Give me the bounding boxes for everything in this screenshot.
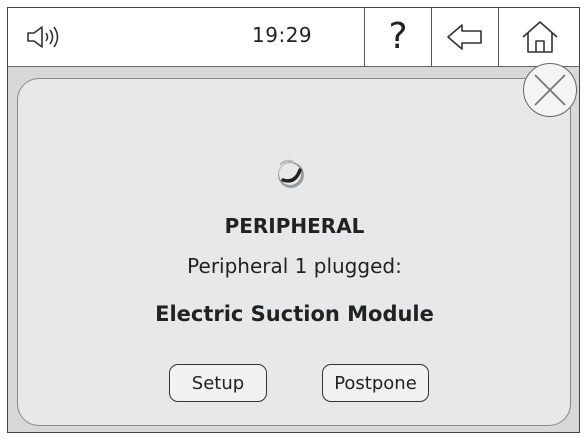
dialog-title: PERIPHERAL (224, 214, 365, 238)
close-button[interactable] (523, 63, 577, 117)
close-icon (534, 74, 566, 106)
dialog-message: Peripheral 1 plugged: (187, 254, 402, 278)
home-button[interactable] (498, 8, 580, 66)
back-arrow-icon (447, 24, 482, 50)
setup-button[interactable]: Setup (169, 364, 267, 402)
speaker-icon[interactable] (26, 24, 62, 50)
peripheral-icon (278, 159, 304, 188)
setup-button-label: Setup (191, 372, 245, 394)
help-button[interactable]: ? (364, 8, 431, 66)
device-name: Electric Suction Module (155, 302, 434, 326)
postpone-button[interactable]: Postpone (322, 364, 429, 402)
device-screen: 19:29 ? PERIPHERAL Peripheral 1 plugged:… (7, 7, 580, 433)
status-bar: 19:29 ? (8, 8, 579, 67)
back-button[interactable] (431, 8, 498, 66)
clock-time: 19:29 (252, 23, 313, 47)
peripheral-dialog (17, 78, 571, 426)
help-icon: ? (388, 16, 408, 57)
postpone-button-label: Postpone (334, 372, 417, 394)
home-icon (521, 21, 558, 53)
